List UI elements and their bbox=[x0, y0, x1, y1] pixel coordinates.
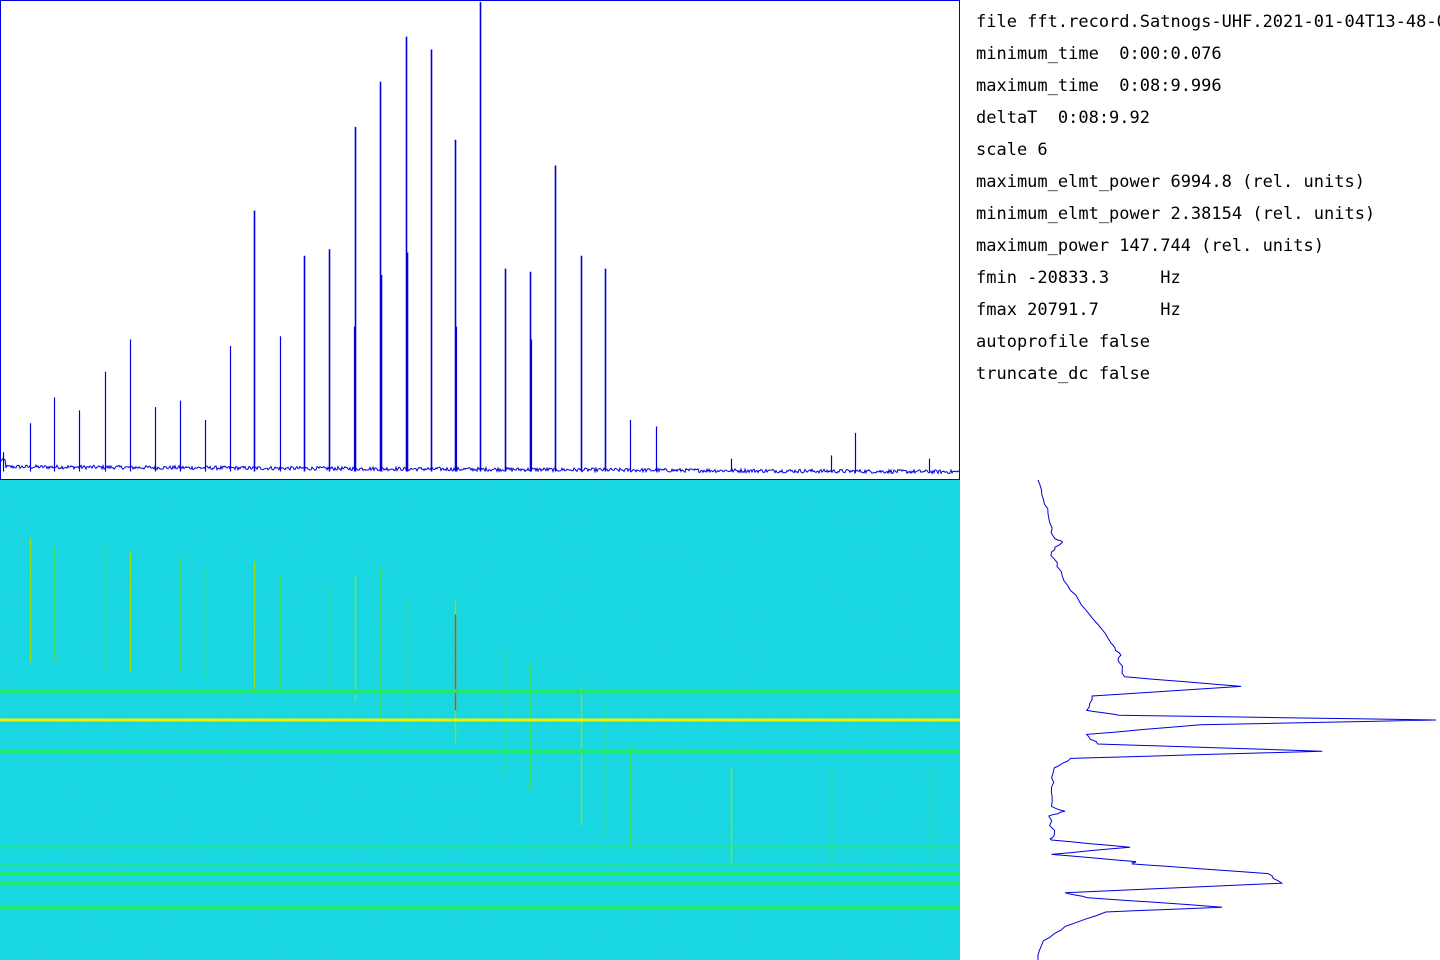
time-profile-chart bbox=[1037, 480, 1437, 960]
info-scale: scale 6 bbox=[976, 140, 1048, 160]
spectrum-peaks bbox=[2, 2, 931, 472]
waterfall-band-3 bbox=[0, 846, 960, 849]
waterfall-band-6 bbox=[0, 881, 960, 886]
waterfall-plot bbox=[0, 480, 960, 960]
waterfall-band-0 bbox=[0, 689, 960, 694]
waterfall-band-5 bbox=[0, 871, 960, 876]
waterfall-band-2 bbox=[0, 749, 960, 754]
info-truncate-dc: truncate_dc false bbox=[976, 364, 1150, 384]
waterfall-chart bbox=[0, 480, 960, 960]
waterfall-band-4 bbox=[0, 863, 960, 865]
info-delta-t: deltaT 0:08:9.92 bbox=[976, 108, 1150, 128]
info-file: file fft.record.Satnogs-UHF.2021-01-04T1… bbox=[976, 12, 1440, 32]
spectrum-chart bbox=[0, 0, 960, 480]
spectrum-plot bbox=[0, 0, 960, 480]
time-profile-plot bbox=[960, 480, 1440, 960]
info-maximum-power: maximum_power 147.744 (rel. units) bbox=[976, 236, 1324, 256]
waterfall-band-7 bbox=[0, 905, 960, 910]
waterfall-band-1 bbox=[0, 718, 960, 722]
info-panel: file fft.record.Satnogs-UHF.2021-01-04T1… bbox=[976, 8, 1440, 408]
info-maximum-time: maximum_time 0:08:9.996 bbox=[976, 76, 1222, 96]
info-minimum-time: minimum_time 0:00:0.076 bbox=[976, 44, 1222, 64]
info-fmax: fmax 20791.7 Hz bbox=[976, 300, 1181, 320]
info-maximum-elmt-power: maximum_elmt_power 6994.8 (rel. units) bbox=[976, 172, 1365, 192]
info-autoprofile: autoprofile false bbox=[976, 332, 1150, 352]
time-profile-line bbox=[1037, 480, 1437, 960]
info-fmin: fmin -20833.3 Hz bbox=[976, 268, 1181, 288]
info-minimum-elmt-power: minimum_elmt_power 2.38154 (rel. units) bbox=[976, 204, 1376, 224]
